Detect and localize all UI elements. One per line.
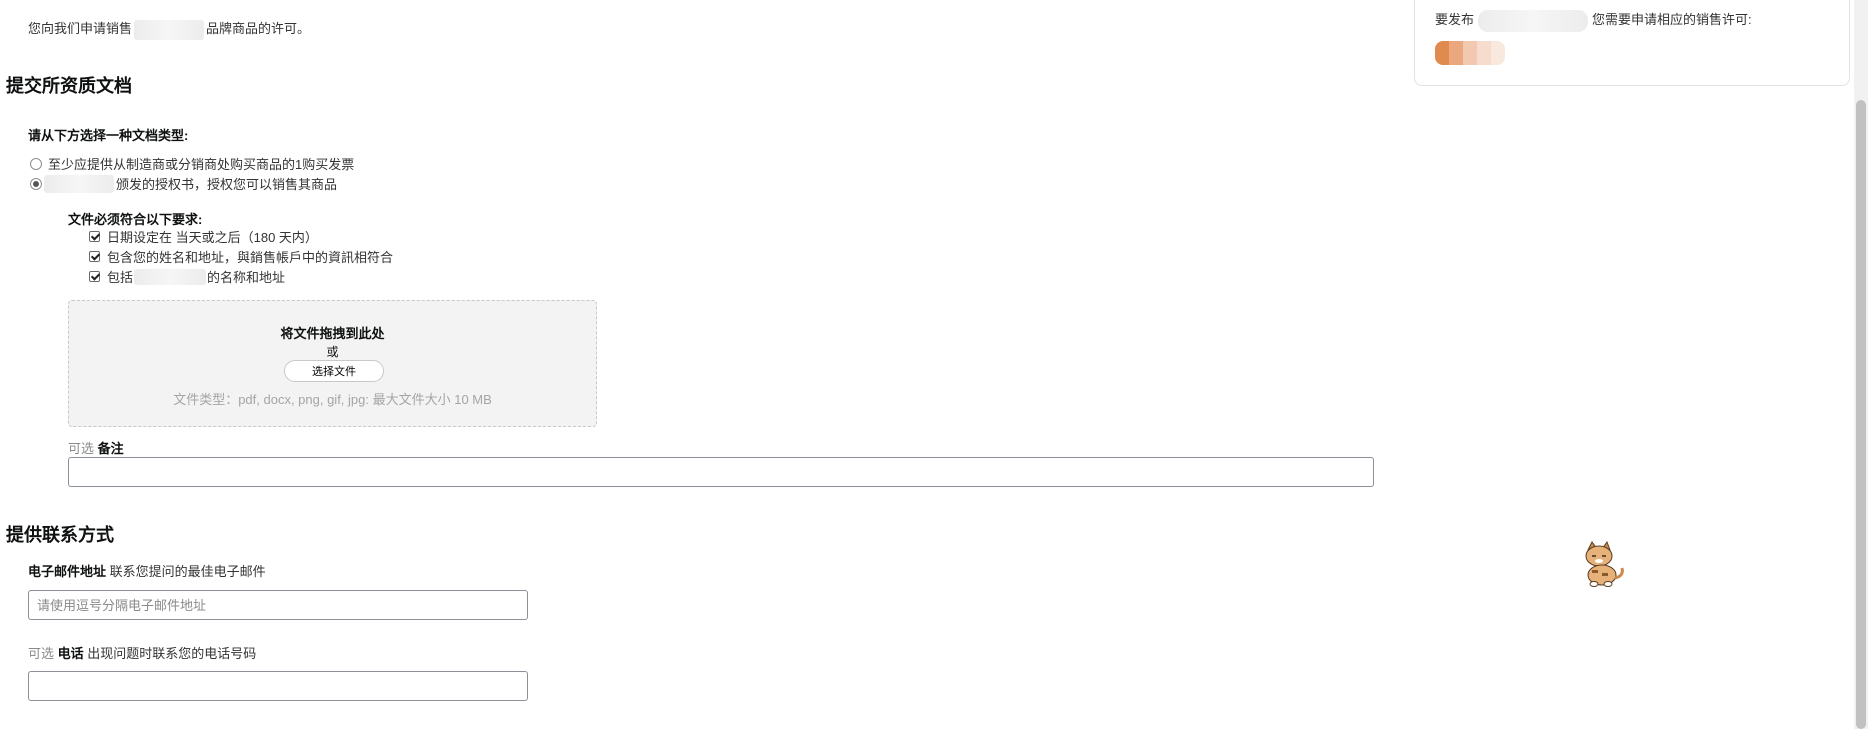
phone-label: 可选 电话 出现问题时联系您的电话号码	[28, 646, 257, 661]
scrollbar-thumb[interactable]	[1856, 100, 1866, 729]
side-info-card: 要发布 您需要申请相应的销售许可:	[1414, 0, 1850, 86]
email-label: 电子邮件地址 联系您提问的最佳电子邮件	[28, 564, 266, 579]
radio-option-invoice[interactable]: 至少应提供从制造商或分销商处购买商品的1购买发票	[30, 154, 354, 173]
notes-label: 可选 备注	[68, 441, 124, 456]
email-input[interactable]	[28, 590, 528, 620]
redacted-brand	[134, 19, 205, 40]
checkbox[interactable]	[89, 231, 100, 242]
requirement-item: 包括 的名称和地址	[89, 267, 285, 286]
cat-mascot-icon	[1580, 540, 1626, 591]
file-dropzone[interactable]: 将文件拖拽到此处 或 选择文件 文件类型：pdf, docx, png, gif…	[68, 300, 597, 427]
badge-segment	[1463, 41, 1477, 65]
permission-badge[interactable]	[1435, 41, 1505, 65]
doc-type-label: 请从下方选择一种文档类型:	[28, 128, 189, 143]
notes-input[interactable]	[68, 457, 1374, 487]
requirements-title: 文件必须符合以下要求:	[68, 212, 203, 227]
choose-file-button[interactable]: 选择文件	[284, 360, 384, 382]
phone-input[interactable]	[28, 671, 528, 701]
redacted-product	[1478, 9, 1589, 32]
requirement-item: 包含您的姓名和地址，與銷售帳戶中的資訊相符合	[89, 247, 393, 266]
redacted-brand	[44, 174, 114, 193]
badge-segment	[1449, 41, 1463, 65]
side-card-text: 要发布 您需要申请相应的销售许可:	[1435, 9, 1752, 32]
dropzone-hint: 文件类型：pdf, docx, png, gif, jpg: 最大文件大小 10…	[173, 392, 492, 407]
radio-option-authorization[interactable]: 颁发的授权书，授权您可以销售其商品	[30, 174, 337, 193]
checkbox[interactable]	[89, 271, 100, 282]
badge-segment	[1477, 41, 1491, 65]
redacted-brand	[134, 268, 207, 285]
radio-button[interactable]	[30, 177, 42, 190]
dropzone-or: 或	[326, 345, 339, 359]
requirement-item: 日期设定在 当天或之后（180 天内）	[89, 227, 318, 246]
intro-text: 您向我们申请销售 品牌商品的许可。	[28, 18, 310, 40]
section-title-documents: 提交所资质文档	[6, 76, 132, 96]
dropzone-title: 将文件拖拽到此处	[280, 326, 385, 341]
radio-button[interactable]	[30, 157, 42, 170]
badge-segment	[1435, 41, 1449, 65]
section-title-contact: 提供联系方式	[6, 525, 114, 545]
checkbox[interactable]	[89, 251, 100, 262]
badge-segment	[1491, 41, 1505, 65]
